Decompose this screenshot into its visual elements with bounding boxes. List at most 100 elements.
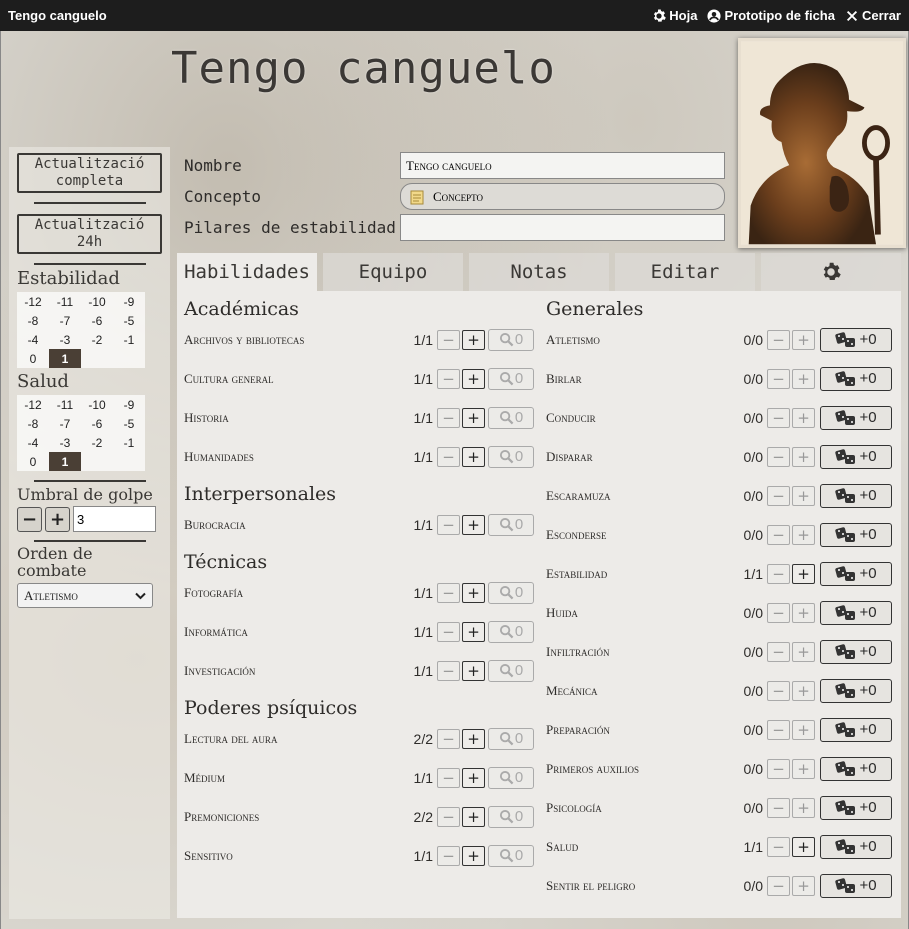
skill-decrease-button[interactable]: − bbox=[437, 728, 460, 749]
skill-increase-button[interactable]: + bbox=[792, 836, 815, 857]
stability-track-cell[interactable]: -3 bbox=[49, 330, 81, 349]
skill-roll-button[interactable]: +0 bbox=[820, 756, 892, 781]
skill-decrease-button[interactable]: − bbox=[767, 797, 790, 818]
skill-spend-button[interactable]: 0 bbox=[488, 513, 534, 536]
skill-increase-button[interactable]: + bbox=[792, 407, 815, 428]
threshold-plus-button[interactable]: + bbox=[45, 506, 70, 532]
skill-decrease-button[interactable]: − bbox=[437, 621, 460, 642]
skill-decrease-button[interactable]: − bbox=[437, 368, 460, 389]
skill-spend-button[interactable]: 0 bbox=[488, 620, 534, 643]
skill-decrease-button[interactable]: − bbox=[767, 563, 790, 584]
skill-increase-button[interactable]: + bbox=[792, 875, 815, 896]
skill-roll-button[interactable]: +0 bbox=[820, 834, 892, 859]
health-track-cell[interactable]: -7 bbox=[49, 414, 81, 433]
skill-decrease-button[interactable]: − bbox=[767, 719, 790, 740]
stability-track-cell[interactable]: -7 bbox=[49, 311, 81, 330]
skill-decrease-button[interactable]: − bbox=[437, 514, 460, 535]
skill-increase-button[interactable]: + bbox=[792, 797, 815, 818]
skill-increase-button[interactable]: + bbox=[792, 329, 815, 350]
stability-track-cell[interactable]: -1 bbox=[113, 330, 145, 349]
skill-increase-button[interactable]: + bbox=[462, 582, 485, 603]
threshold-input[interactable] bbox=[73, 506, 156, 532]
skill-decrease-button[interactable]: − bbox=[437, 660, 460, 681]
skill-decrease-button[interactable]: − bbox=[437, 806, 460, 827]
skill-spend-button[interactable]: 0 bbox=[488, 367, 534, 390]
skill-increase-button[interactable]: + bbox=[462, 806, 485, 827]
pillars-field[interactable] bbox=[400, 214, 725, 241]
skill-spend-button[interactable]: 0 bbox=[488, 581, 534, 604]
stability-track-cell[interactable]: -10 bbox=[81, 292, 113, 311]
skill-roll-button[interactable]: +0 bbox=[820, 405, 892, 430]
health-track-cell[interactable]: -2 bbox=[81, 433, 113, 452]
health-track-cell[interactable]: 1 bbox=[49, 452, 81, 471]
skill-increase-button[interactable]: + bbox=[792, 446, 815, 467]
skill-decrease-button[interactable]: − bbox=[767, 329, 790, 350]
character-portrait[interactable] bbox=[738, 38, 906, 248]
skill-decrease-button[interactable]: − bbox=[767, 602, 790, 623]
health-track-cell[interactable]: -5 bbox=[113, 414, 145, 433]
skill-decrease-button[interactable]: − bbox=[767, 641, 790, 662]
health-track-cell[interactable]: -9 bbox=[113, 395, 145, 414]
skill-increase-button[interactable]: + bbox=[792, 758, 815, 779]
skill-decrease-button[interactable]: − bbox=[767, 446, 790, 467]
health-track-cell[interactable]: -11 bbox=[49, 395, 81, 414]
skill-increase-button[interactable]: + bbox=[462, 845, 485, 866]
skill-increase-button[interactable]: + bbox=[462, 329, 485, 350]
skill-increase-button[interactable]: + bbox=[462, 728, 485, 749]
tab-equipment[interactable]: Equipo bbox=[323, 253, 463, 291]
skill-increase-button[interactable]: + bbox=[462, 621, 485, 642]
skill-increase-button[interactable]: + bbox=[792, 563, 815, 584]
skill-decrease-button[interactable]: − bbox=[767, 680, 790, 701]
skill-spend-button[interactable]: 0 bbox=[488, 406, 534, 429]
skill-decrease-button[interactable]: − bbox=[767, 524, 790, 545]
tab-notes[interactable]: Notas bbox=[469, 253, 609, 291]
skill-increase-button[interactable]: + bbox=[462, 660, 485, 681]
skill-roll-button[interactable]: +0 bbox=[820, 873, 892, 898]
skill-decrease-button[interactable]: − bbox=[437, 767, 460, 788]
stability-track-cell[interactable]: 0 bbox=[17, 349, 49, 368]
skill-decrease-button[interactable]: − bbox=[437, 329, 460, 350]
skill-roll-button[interactable]: +0 bbox=[820, 366, 892, 391]
skill-spend-button[interactable]: 0 bbox=[488, 766, 534, 789]
skill-decrease-button[interactable]: − bbox=[767, 407, 790, 428]
skill-roll-button[interactable]: +0 bbox=[820, 639, 892, 664]
skill-increase-button[interactable]: + bbox=[792, 524, 815, 545]
stability-track-cell[interactable]: -8 bbox=[17, 311, 49, 330]
stability-track-cell[interactable]: -12 bbox=[17, 292, 49, 311]
stability-track-cell[interactable]: -2 bbox=[81, 330, 113, 349]
full-update-button[interactable]: Actualització completa bbox=[17, 153, 162, 193]
skill-increase-button[interactable]: + bbox=[792, 719, 815, 740]
skill-roll-button[interactable]: +0 bbox=[820, 561, 892, 586]
stability-track-cell[interactable]: -9 bbox=[113, 292, 145, 311]
skill-decrease-button[interactable]: − bbox=[437, 446, 460, 467]
skill-decrease-button[interactable]: − bbox=[767, 485, 790, 506]
threshold-minus-button[interactable]: − bbox=[17, 506, 42, 532]
skill-decrease-button[interactable]: − bbox=[767, 368, 790, 389]
stability-track-cell[interactable]: -5 bbox=[113, 311, 145, 330]
skill-roll-button[interactable]: +0 bbox=[820, 600, 892, 625]
skill-increase-button[interactable]: + bbox=[792, 368, 815, 389]
health-track-cell[interactable]: -8 bbox=[17, 414, 49, 433]
stability-track-cell[interactable]: -6 bbox=[81, 311, 113, 330]
skill-roll-button[interactable]: +0 bbox=[820, 522, 892, 547]
tab-settings[interactable] bbox=[761, 253, 901, 291]
stability-track-cell[interactable]: 1 bbox=[49, 349, 81, 368]
skill-increase-button[interactable]: + bbox=[792, 641, 815, 662]
skill-roll-button[interactable]: +0 bbox=[820, 483, 892, 508]
skill-spend-button[interactable]: 0 bbox=[488, 727, 534, 750]
skill-roll-button[interactable]: +0 bbox=[820, 717, 892, 742]
tab-edit[interactable]: Editar bbox=[615, 253, 755, 291]
skill-increase-button[interactable]: + bbox=[462, 514, 485, 535]
skill-decrease-button[interactable]: − bbox=[767, 758, 790, 779]
prototype-button[interactable]: Prototipo de ficha bbox=[707, 8, 835, 23]
skill-increase-button[interactable]: + bbox=[792, 602, 815, 623]
skill-decrease-button[interactable]: − bbox=[437, 845, 460, 866]
skill-increase-button[interactable]: + bbox=[462, 407, 485, 428]
skill-roll-button[interactable]: +0 bbox=[820, 678, 892, 703]
skill-decrease-button[interactable]: − bbox=[767, 875, 790, 896]
skill-roll-button[interactable]: +0 bbox=[820, 327, 892, 352]
skill-spend-button[interactable]: 0 bbox=[488, 445, 534, 468]
skill-increase-button[interactable]: + bbox=[792, 485, 815, 506]
health-track-cell[interactable]: -12 bbox=[17, 395, 49, 414]
skill-spend-button[interactable]: 0 bbox=[488, 844, 534, 867]
